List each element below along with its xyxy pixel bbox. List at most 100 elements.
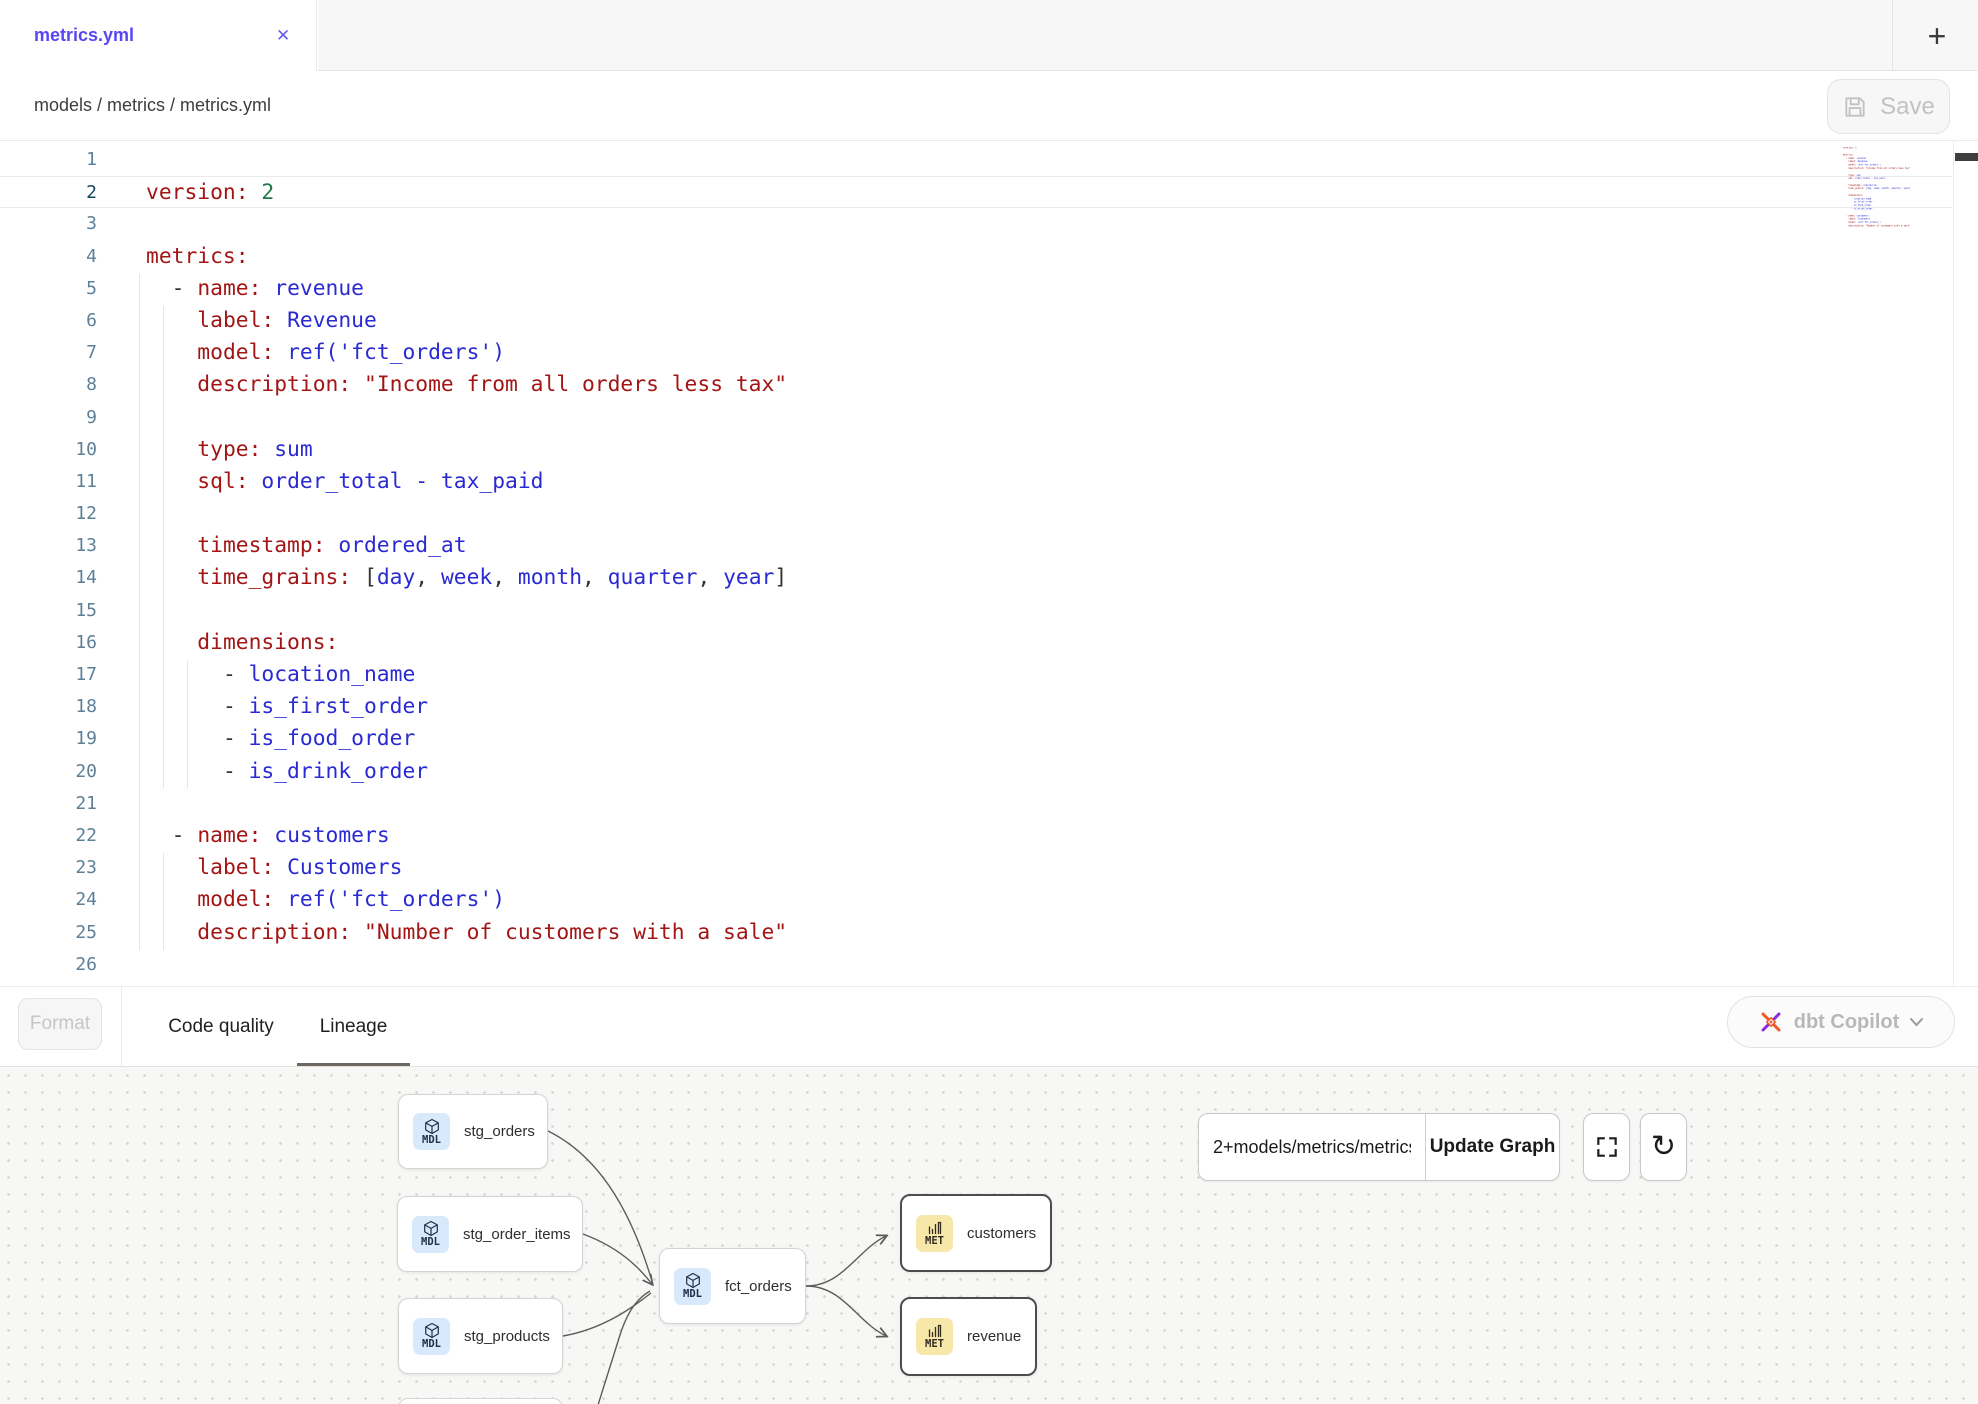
- line-number: 8: [0, 369, 97, 401]
- tab-strip: metrics.yml ✕ +: [0, 0, 1978, 71]
- tab-label: metrics.yml: [34, 25, 134, 46]
- dbt-ide-window: metrics.yml ✕ + models / metrics / metri…: [0, 0, 1978, 1404]
- model-cube-icon: [424, 1118, 440, 1135]
- format-button[interactable]: Format: [18, 998, 102, 1050]
- node-type-badge: MDL: [413, 1318, 450, 1355]
- refresh-icon[interactable]: ↻: [1640, 1113, 1687, 1181]
- minimap-content: version: 2metrics: - name: revenue label…: [1843, 143, 1938, 231]
- lineage-node-customers[interactable]: METcustomers: [900, 1194, 1052, 1272]
- node-type-badge: MDL: [412, 1216, 449, 1253]
- code-line-9[interactable]: 9: [0, 402, 1952, 434]
- code-text: - name: revenue: [146, 273, 364, 305]
- badge-text: MDL: [422, 1135, 441, 1146]
- code-line-23[interactable]: 23 label: Customers: [0, 852, 1952, 884]
- code-text: dimensions:: [146, 627, 338, 659]
- code-line-12[interactable]: 12: [0, 498, 1952, 530]
- tab-strip-divider: [1892, 0, 1893, 70]
- panel-divider: [121, 987, 122, 1067]
- code-line-4[interactable]: 4metrics:: [0, 241, 1952, 273]
- code-line-7[interactable]: 7 model: ref('fct_orders'): [0, 337, 1952, 369]
- tab-lineage[interactable]: Lineage: [297, 987, 410, 1067]
- code-text: time_grains: [day, week, month, quarter,…: [146, 562, 787, 594]
- node-type-badge: MDL: [674, 1268, 711, 1305]
- line-number: 1: [0, 144, 97, 176]
- code-text: timestamp: ordered_at: [146, 530, 467, 562]
- code-line-5[interactable]: 5 - name: revenue: [0, 273, 1952, 305]
- code-line-8[interactable]: 8 description: "Income from all orders l…: [0, 369, 1952, 401]
- code-line-2[interactable]: 2version: 2: [0, 176, 1952, 208]
- code-line-22[interactable]: 22 - name: customers: [0, 820, 1952, 852]
- copilot-label: dbt Copilot: [1794, 1011, 1900, 1034]
- metric-chart-icon: [927, 1220, 943, 1236]
- line-number: 26: [0, 949, 97, 981]
- code-line-1[interactable]: 1: [0, 144, 1952, 176]
- model-cube-icon: [424, 1322, 440, 1339]
- lineage-node-partial[interactable]: [398, 1398, 563, 1404]
- fullscreen-icon: [1594, 1134, 1620, 1160]
- code-line-17[interactable]: 17 - location_name: [0, 659, 1952, 691]
- code-line-25[interactable]: 25 description: "Number of customers wit…: [0, 917, 1952, 949]
- line-number: 13: [0, 530, 97, 562]
- minimap-rail: [1953, 141, 1954, 986]
- code-line-21[interactable]: 21: [0, 788, 1952, 820]
- lineage-node-fct_orders[interactable]: MDL fct_orders: [659, 1248, 806, 1324]
- code-line-10[interactable]: 10 type: sum: [0, 434, 1952, 466]
- code-line-11[interactable]: 11 sql: order_total - tax_paid: [0, 466, 1952, 498]
- code-text: label: Revenue: [146, 305, 377, 337]
- close-tab-icon[interactable]: ✕: [276, 0, 290, 71]
- code-line-20[interactable]: 20 - is_drink_order: [0, 756, 1952, 788]
- scrollbar-thumb[interactable]: [1955, 153, 1978, 161]
- tab-code-quality[interactable]: Code quality: [145, 987, 297, 1067]
- node-label: stg_orders: [464, 1123, 535, 1140]
- line-number: 20: [0, 756, 97, 788]
- file-header-row: models / metrics / metrics.yml Save: [0, 71, 1978, 140]
- line-number: 15: [0, 595, 97, 627]
- editor-minimap[interactable]: version: 2metrics: - name: revenue label…: [1843, 143, 1951, 343]
- fullscreen-button[interactable]: [1583, 1113, 1630, 1181]
- code-text: version: 2: [146, 177, 274, 209]
- code-line-14[interactable]: 14 time_grains: [day, week, month, quart…: [0, 562, 1952, 594]
- copilot-sparkle-icon: [1758, 1009, 1784, 1035]
- code-line-6[interactable]: 6 label: Revenue: [0, 305, 1952, 337]
- new-tab-button[interactable]: +: [1914, 14, 1960, 58]
- save-label: Save: [1880, 93, 1935, 121]
- lineage-canvas[interactable]: MDL stg_orders MDLstg_order_items MDLstg_pr…: [0, 1066, 1978, 1404]
- dbt-copilot-button[interactable]: dbt Copilot: [1727, 996, 1955, 1048]
- line-number: 9: [0, 402, 97, 434]
- breadcrumb: models / metrics / metrics.yml: [34, 71, 271, 140]
- code-line-15[interactable]: 15: [0, 595, 1952, 627]
- code-text: model: ref('fct_orders'): [146, 337, 505, 369]
- code-text: label: Customers: [146, 852, 402, 884]
- code-line-26[interactable]: 26: [0, 949, 1952, 981]
- code-editor[interactable]: 12version: 234metrics:5 - name: revenue6…: [0, 140, 1978, 986]
- line-number: 23: [0, 852, 97, 884]
- model-cube-icon: [423, 1220, 439, 1237]
- line-number: 11: [0, 466, 97, 498]
- badge-text: MET: [925, 1236, 944, 1247]
- code-line-3[interactable]: 3: [0, 208, 1952, 240]
- save-button[interactable]: Save: [1827, 79, 1950, 134]
- line-number: 22: [0, 820, 97, 852]
- line-number: 19: [0, 723, 97, 755]
- line-number: 24: [0, 884, 97, 916]
- code-text: model: ref('fct_orders'): [146, 884, 505, 916]
- lineage-node-stg_order_items[interactable]: MDLstg_order_items: [397, 1196, 583, 1272]
- code-line-13[interactable]: 13 timestamp: ordered_at: [0, 530, 1952, 562]
- node-label: fct_orders: [725, 1278, 792, 1295]
- code-line-24[interactable]: 24 model: ref('fct_orders'): [0, 884, 1952, 916]
- tab-metrics-yml[interactable]: metrics.yml ✕: [0, 0, 317, 71]
- code-text: - is_drink_order: [146, 756, 428, 788]
- lineage-node-stg_orders[interactable]: MDL stg_orders: [398, 1094, 548, 1169]
- update-graph-button[interactable]: Update Graph: [1426, 1114, 1559, 1180]
- badge-text: MET: [925, 1339, 944, 1350]
- badge-text: MDL: [421, 1237, 440, 1248]
- code-line-16[interactable]: 16 dimensions:: [0, 627, 1952, 659]
- bottom-panel-bar: Format Code quality Lineage dbt Copilot: [0, 986, 1978, 1066]
- lineage-node-stg_products[interactable]: MDLstg_products: [398, 1298, 563, 1374]
- lineage-node-revenue[interactable]: METrevenue: [900, 1297, 1037, 1376]
- code-line-18[interactable]: 18 - is_first_order: [0, 691, 1952, 723]
- node-type-badge: MET: [916, 1215, 953, 1252]
- graph-controls: Update Graph: [1198, 1113, 1560, 1181]
- lineage-filter-input[interactable]: [1199, 1114, 1426, 1180]
- code-line-19[interactable]: 19 - is_food_order: [0, 723, 1952, 755]
